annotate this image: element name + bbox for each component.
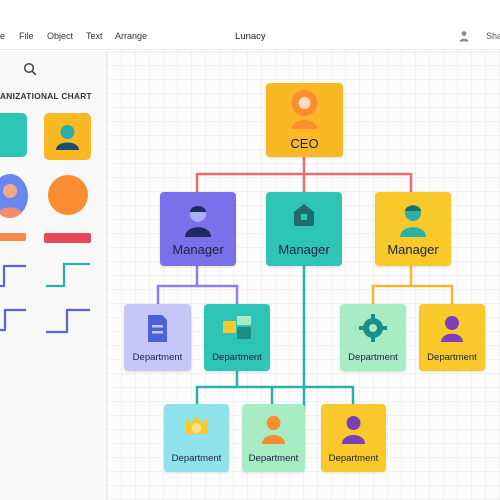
manager-node-right[interactable]: Manager <box>375 192 451 266</box>
orange-circle-shape[interactable] <box>48 175 88 215</box>
department-node-5[interactable]: Department <box>164 404 229 472</box>
manager-label: Manager <box>387 242 439 257</box>
elbow-connector-blue[interactable] <box>0 263 27 289</box>
avatar-icon <box>0 184 24 218</box>
department-label: Department <box>248 453 299 464</box>
elbow-connector-teal[interactable] <box>44 261 92 289</box>
elbow-connector-violet[interactable] <box>44 307 92 337</box>
menu-item-edit[interactable]: e <box>0 31 5 41</box>
department-label: Department <box>132 352 183 363</box>
department-node-2[interactable]: Department <box>204 304 270 371</box>
person-icon <box>56 125 79 150</box>
app-title: Lunacy <box>235 31 266 42</box>
user-icon[interactable] <box>458 30 470 42</box>
elbow-connector-indigo[interactable] <box>0 308 27 334</box>
department-node-7[interactable]: Department <box>321 404 386 472</box>
menu-item-text[interactable]: Text <box>86 31 103 41</box>
teal-square-shape[interactable] <box>0 113 27 157</box>
manager-label: Manager <box>278 242 330 257</box>
manager-node-center[interactable]: Manager <box>266 192 342 266</box>
ceo-label: CEO <box>290 136 319 151</box>
menu-item-arrange[interactable]: Arrange <box>115 31 147 41</box>
department-node-6[interactable]: Department <box>242 404 305 472</box>
red-bar-shape[interactable] <box>44 233 91 243</box>
menubar: e File Object Text Arrange Lunacy Sha <box>0 22 500 50</box>
avatar-circle-shape[interactable] <box>0 174 28 218</box>
sidebar-heading: ANIZATIONAL CHART <box>0 91 92 101</box>
ceo-node[interactable]: CEO <box>266 83 343 157</box>
share-button[interactable]: Sha <box>486 31 500 41</box>
manager-label: Manager <box>172 242 224 257</box>
department-label: Department <box>171 453 222 464</box>
department-node-3[interactable]: Department <box>340 304 406 371</box>
department-label: Department <box>427 352 477 363</box>
manager-node-left[interactable]: Manager <box>160 192 236 266</box>
department-label: Department <box>212 352 262 363</box>
department-node-1[interactable]: Department <box>124 304 191 371</box>
orange-bar-shape[interactable] <box>0 233 26 241</box>
menu-item-file[interactable]: File <box>19 31 34 41</box>
sidebar: ANIZATIONAL CHART <box>0 51 107 500</box>
menu-item-object[interactable]: Object <box>47 31 73 41</box>
search-icon[interactable] <box>22 61 38 77</box>
department-node-4[interactable]: Department <box>419 304 485 371</box>
department-label: Department <box>328 453 379 464</box>
department-label: Department <box>348 352 398 363</box>
person-card-shape[interactable] <box>44 113 91 160</box>
